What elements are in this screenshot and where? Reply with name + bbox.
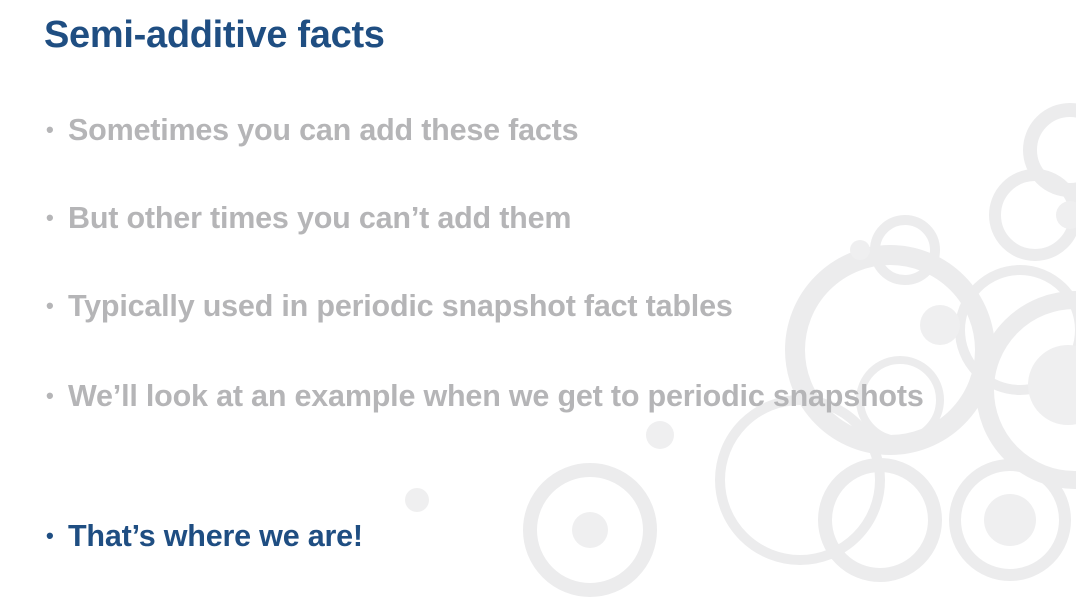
- bullet-text: We’ll look at an example when we get to …: [68, 379, 924, 413]
- bullet-item-current: • That’s where we are!: [46, 510, 996, 562]
- bullet-text: Typically used in periodic snapshot fact…: [68, 289, 733, 323]
- bullet-dot-icon: •: [46, 523, 54, 548]
- slide-title: Semi-additive facts: [44, 14, 385, 56]
- bullet-text: But other times you can’t add them: [68, 201, 572, 235]
- bullet-dot-icon: •: [46, 293, 54, 318]
- bullet-text: Sometimes you can add these facts: [68, 113, 579, 147]
- bullet-text: That’s where we are!: [68, 519, 363, 553]
- bullet-dot-icon: •: [46, 205, 54, 230]
- bullet-item: • Typically used in periodic snapshot fa…: [46, 280, 996, 332]
- bullet-item: • But other times you can’t add them: [46, 192, 996, 244]
- bullet-item: • Sometimes you can add these facts: [46, 104, 996, 156]
- bullet-item: • We’ll look at an example when we get t…: [46, 370, 966, 422]
- bullet-dot-icon: •: [46, 117, 54, 142]
- bullet-dot-icon: •: [46, 383, 54, 408]
